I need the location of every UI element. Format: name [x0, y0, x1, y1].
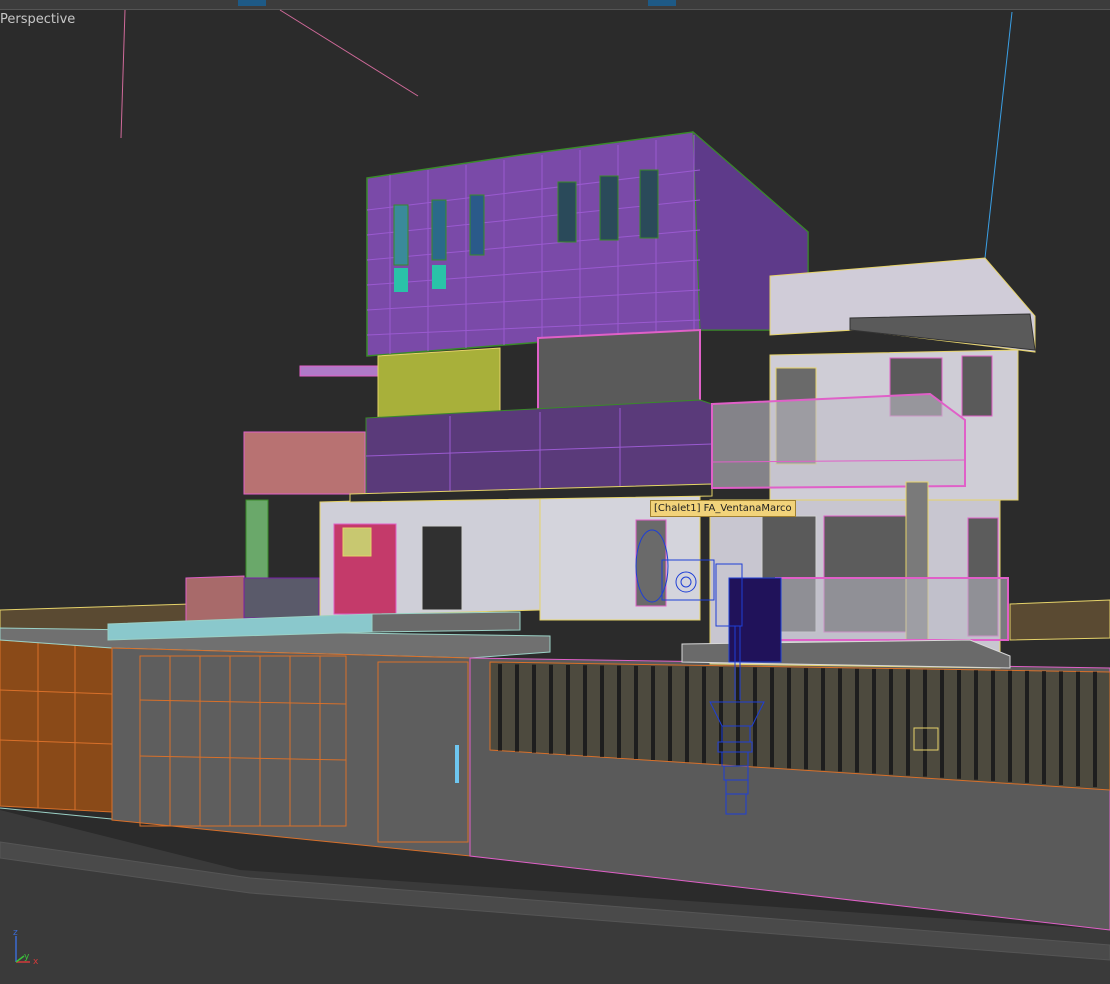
gate-handle[interactable] — [455, 745, 459, 783]
viewport-label[interactable]: Perspective — [0, 12, 75, 27]
guide-line-blue — [984, 11, 1013, 259]
left-planter — [185, 575, 245, 623]
back-fence-right — [1009, 599, 1110, 641]
right-roof-eave — [849, 313, 1036, 351]
axis-y-label: y — [24, 952, 30, 962]
axis-gizmo-icon: z y x — [6, 928, 46, 972]
pink-door-window — [342, 527, 372, 557]
orange-wall-panel — [0, 639, 113, 813]
yellow-panel[interactable] — [377, 347, 501, 421]
perspective-viewport[interactable]: Perspective [Chalet1] FA_VentanaMarco z … — [0, 0, 1110, 984]
axis-gizmo-svg — [15, 936, 30, 963]
gate-panel-left — [111, 647, 471, 857]
eave-left — [299, 365, 379, 377]
low-box — [243, 577, 320, 619]
object-tooltip: [Chalet1] FA_VentanaMarco — [650, 500, 796, 517]
step-slab — [371, 611, 521, 633]
guide-line-pink — [120, 9, 126, 139]
dark-selected-box[interactable] — [728, 577, 782, 663]
grey-window-box[interactable] — [537, 328, 701, 412]
ground-railing — [775, 577, 1009, 641]
right-upper-window-2 — [961, 355, 993, 417]
axis-z-label: z — [13, 928, 18, 938]
axis-x-label: x — [33, 957, 39, 967]
axis-y-line — [15, 955, 25, 963]
front-door[interactable] — [421, 525, 463, 611]
balcony-railing — [711, 392, 966, 490]
guide-line-diagonal — [279, 9, 419, 97]
left-terrace-wall — [243, 431, 366, 495]
scene-canvas[interactable] — [0, 0, 1110, 984]
